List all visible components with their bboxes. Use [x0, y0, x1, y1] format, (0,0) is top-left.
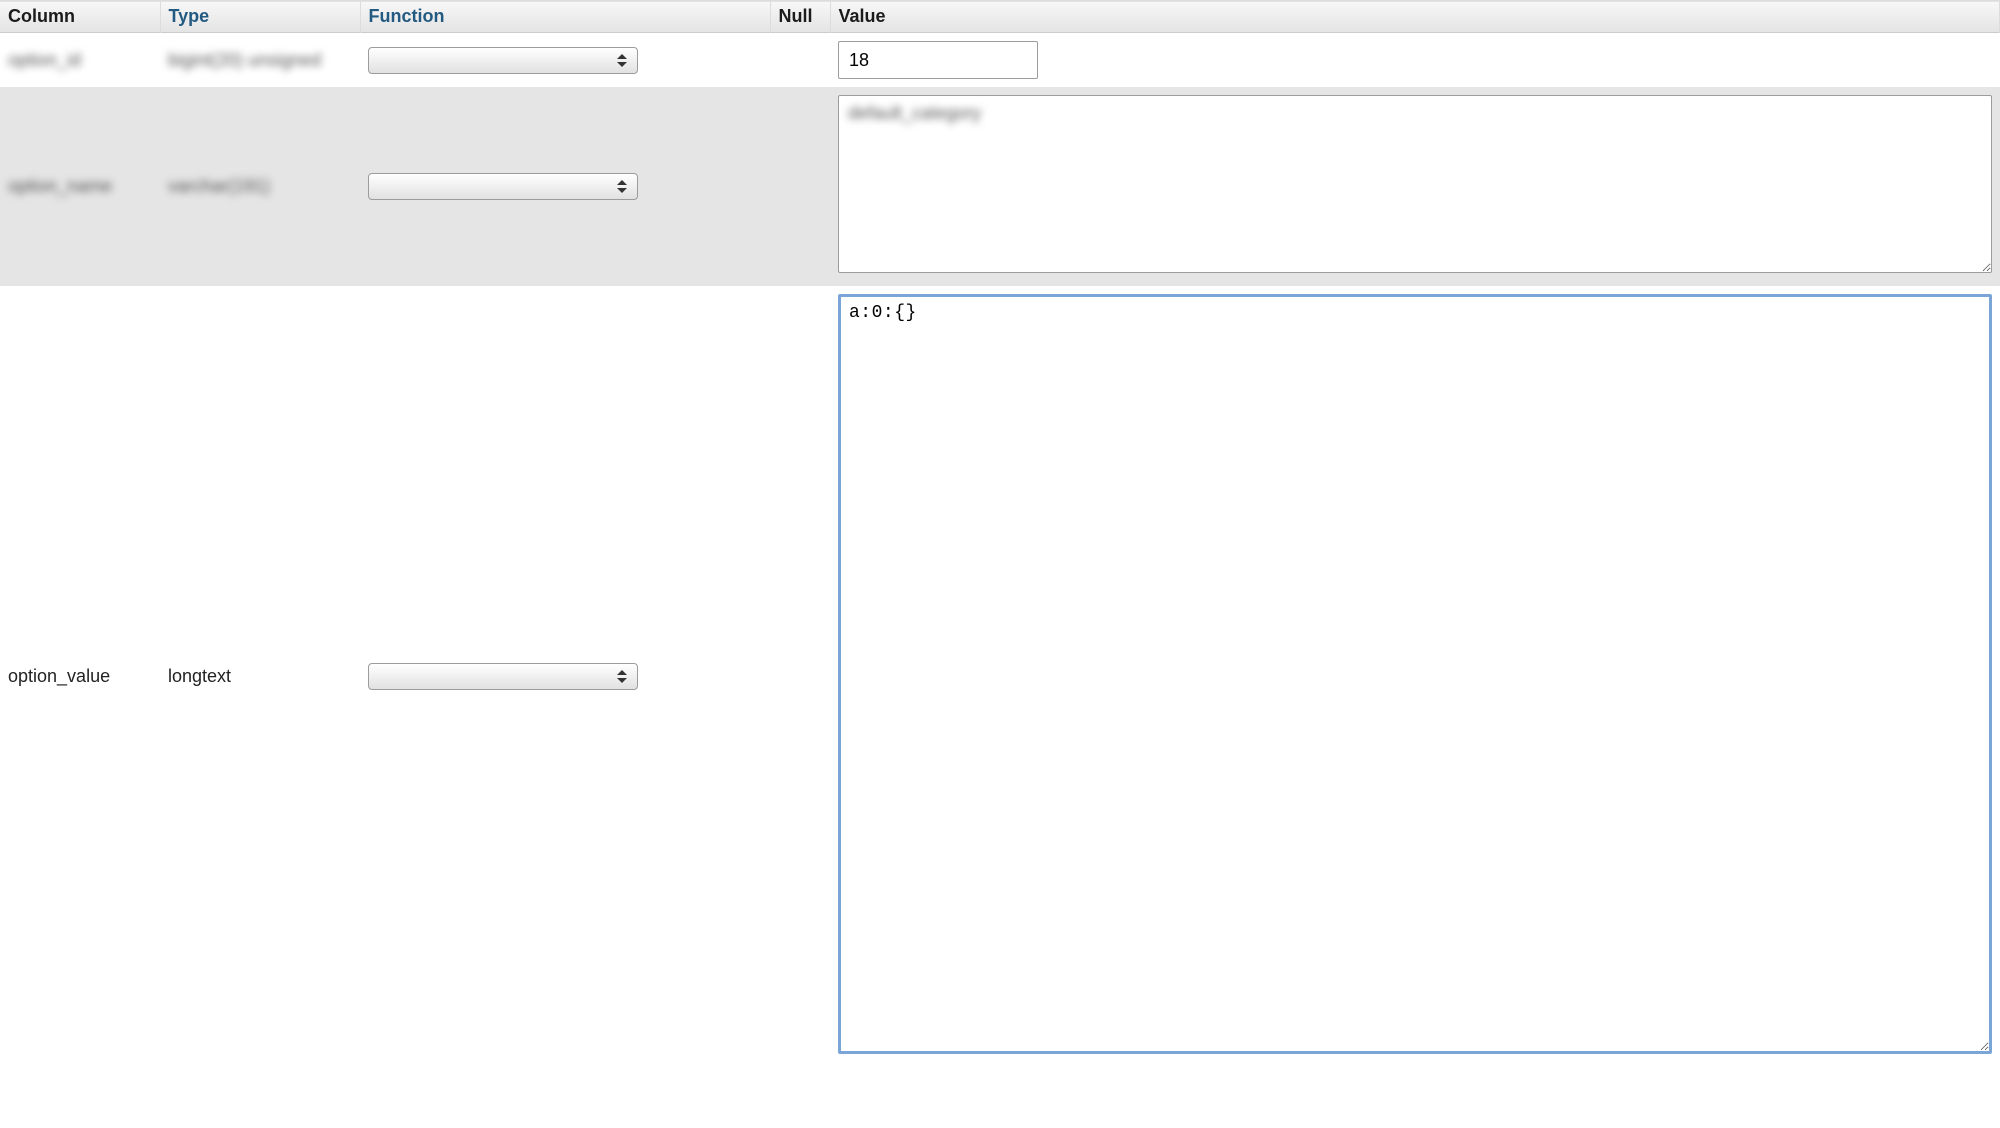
edit-row-table: Column Type Function Null Value option_i…	[0, 0, 2000, 1067]
column-name-blurred: option_id	[8, 50, 81, 71]
null-cell	[770, 33, 830, 88]
value-input[interactable]	[838, 41, 1038, 79]
table-row: option_id bigint(20) unsigned	[0, 33, 2000, 88]
column-type-cell: bigint(20) unsigned	[160, 33, 360, 88]
header-function[interactable]: Function	[360, 1, 770, 33]
table-row: option_name varchar(191) <span></span>de…	[0, 87, 2000, 286]
value-cell	[830, 33, 2000, 88]
value-textarea-focused[interactable]	[838, 294, 1992, 1054]
column-name-blurred: option_name	[8, 176, 112, 197]
column-name-cell: option_id	[0, 33, 160, 88]
function-select[interactable]	[368, 173, 638, 200]
value-cell: <span></span>default_category	[830, 87, 2000, 286]
header-column[interactable]: Column	[0, 1, 160, 33]
function-cell	[360, 33, 770, 88]
column-type-blurred: varchar(191)	[168, 176, 270, 197]
column-type-cell: varchar(191)	[160, 87, 360, 286]
header-null[interactable]: Null	[770, 1, 830, 33]
null-cell	[770, 87, 830, 286]
value-cell	[830, 286, 2000, 1067]
table-header-row: Column Type Function Null Value	[0, 1, 2000, 33]
table-row: option_value longtext	[0, 286, 2000, 1067]
function-cell	[360, 87, 770, 286]
column-type-cell: longtext	[160, 286, 360, 1067]
header-value[interactable]: Value	[830, 1, 2000, 33]
function-select[interactable]	[368, 47, 638, 74]
function-select[interactable]	[368, 663, 638, 690]
null-cell	[770, 286, 830, 1067]
column-type-blurred: bigint(20) unsigned	[168, 50, 321, 71]
value-textarea[interactable]: <span></span>	[838, 95, 1992, 273]
header-type[interactable]: Type	[160, 1, 360, 33]
column-name-cell: option_name	[0, 87, 160, 286]
column-name-cell: option_value	[0, 286, 160, 1067]
function-cell	[360, 286, 770, 1067]
